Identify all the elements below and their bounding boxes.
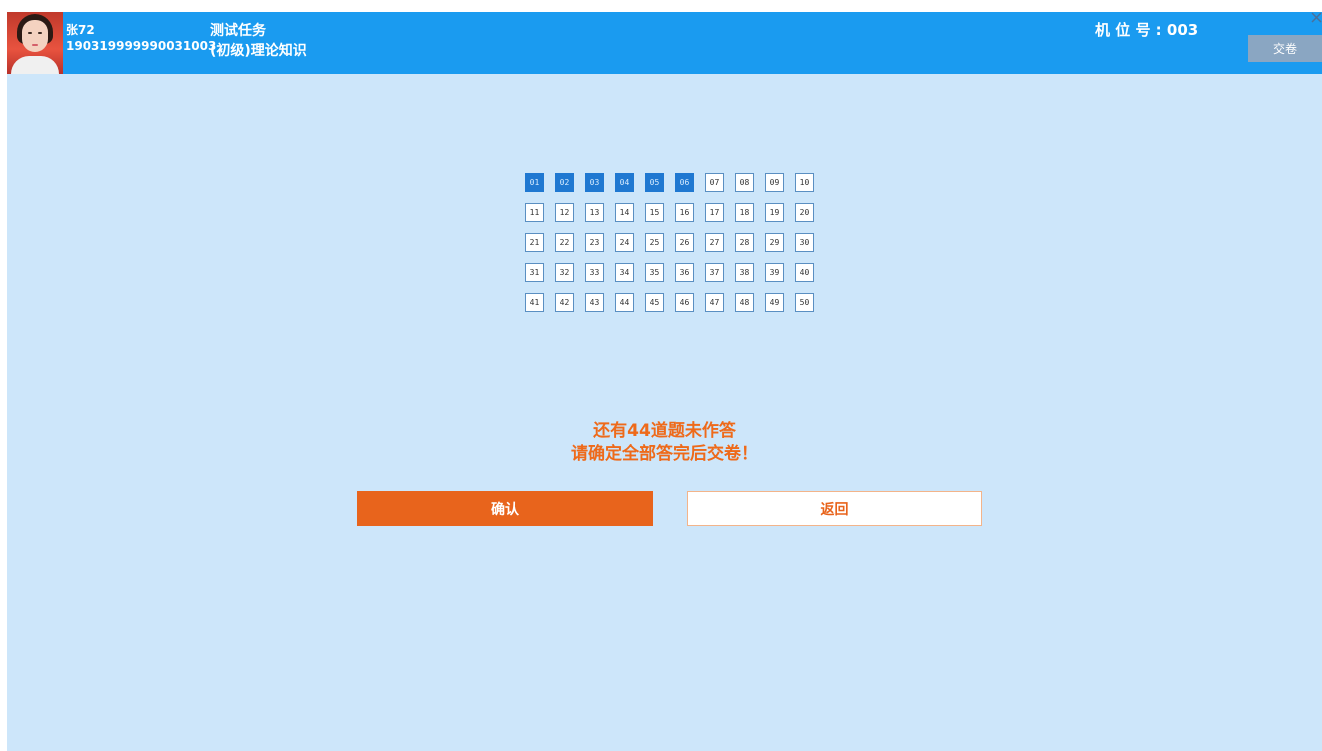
question-box[interactable]: 07 (705, 173, 724, 192)
question-box[interactable]: 27 (705, 233, 724, 252)
question-box[interactable]: 50 (795, 293, 814, 312)
question-box[interactable]: 49 (765, 293, 784, 312)
question-grid: 01 02 03 04 05 06 07 08 09 10 11 12 13 14 15 16 17 18 19 20… (525, 173, 817, 312)
unanswered-warning: 还有44道题未作答 请确定全部答完后交卷！ (7, 420, 1322, 466)
question-box[interactable]: 15 (645, 203, 664, 222)
question-box[interactable]: 23 (585, 233, 604, 252)
question-box[interactable]: 14 (615, 203, 634, 222)
user-name: 张72 (66, 23, 95, 37)
question-box[interactable]: 37 (705, 263, 724, 282)
question-box[interactable]: 47 (705, 293, 724, 312)
question-box[interactable]: 12 (555, 203, 574, 222)
question-box[interactable]: 18 (735, 203, 754, 222)
seat-number: 机 位 号 : 003 (1095, 21, 1199, 39)
question-box[interactable]: 28 (735, 233, 754, 252)
question-box[interactable]: 08 (735, 173, 754, 192)
question-box[interactable]: 03 (585, 173, 604, 192)
question-box[interactable]: 22 (555, 233, 574, 252)
question-box[interactable]: 04 (615, 173, 634, 192)
unanswered-count-text: 还有44道题未作答 (593, 421, 736, 441)
exam-window: 张72 190319999990031003 测试任务 (初级)理论知识 机 位… (7, 12, 1322, 751)
question-box[interactable]: 10 (795, 173, 814, 192)
question-box[interactable]: 48 (735, 293, 754, 312)
avatar-shoulders (11, 56, 59, 74)
question-box[interactable]: 43 (585, 293, 604, 312)
question-box[interactable]: 26 (675, 233, 694, 252)
task-title: 测试任务 (210, 23, 266, 39)
question-box[interactable]: 19 (765, 203, 784, 222)
question-box[interactable]: 36 (675, 263, 694, 282)
avatar-face (22, 20, 48, 52)
question-box[interactable]: 13 (585, 203, 604, 222)
avatar-eye-left (28, 32, 32, 34)
question-box[interactable]: 16 (675, 203, 694, 222)
question-box[interactable]: 02 (555, 173, 574, 192)
confirm-hint-text: 请确定全部答完后交卷！ (571, 444, 758, 464)
question-box[interactable]: 24 (615, 233, 634, 252)
question-box[interactable]: 17 (705, 203, 724, 222)
question-box[interactable]: 42 (555, 293, 574, 312)
question-box[interactable]: 39 (765, 263, 784, 282)
question-box[interactable]: 09 (765, 173, 784, 192)
question-box[interactable]: 06 (675, 173, 694, 192)
question-box[interactable]: 01 (525, 173, 544, 192)
question-box[interactable]: 34 (615, 263, 634, 282)
submit-exam-button[interactable]: 交卷 (1248, 35, 1322, 62)
question-box[interactable]: 44 (615, 293, 634, 312)
close-corner-icon[interactable] (1311, 12, 1322, 23)
question-box[interactable]: 45 (645, 293, 664, 312)
user-id: 190319999990031003 (66, 39, 217, 53)
question-box[interactable]: 21 (525, 233, 544, 252)
question-box[interactable]: 05 (645, 173, 664, 192)
question-box[interactable]: 38 (735, 263, 754, 282)
header-bar: 张72 190319999990031003 测试任务 (初级)理论知识 机 位… (7, 12, 1322, 74)
question-box[interactable]: 46 (675, 293, 694, 312)
back-button[interactable]: 返回 (687, 491, 982, 526)
question-box[interactable]: 32 (555, 263, 574, 282)
question-box[interactable]: 29 (765, 233, 784, 252)
avatar (7, 12, 63, 74)
question-box[interactable]: 40 (795, 263, 814, 282)
question-box[interactable]: 11 (525, 203, 544, 222)
question-box[interactable]: 41 (525, 293, 544, 312)
avatar-mouth (32, 44, 38, 46)
confirm-button[interactable]: 确认 (357, 491, 653, 526)
avatar-eye-right (38, 32, 42, 34)
question-box[interactable]: 33 (585, 263, 604, 282)
task-subtitle: (初级)理论知识 (210, 43, 307, 59)
question-box[interactable]: 25 (645, 233, 664, 252)
question-box[interactable]: 35 (645, 263, 664, 282)
question-box[interactable]: 31 (525, 263, 544, 282)
question-box[interactable]: 30 (795, 233, 814, 252)
question-box[interactable]: 20 (795, 203, 814, 222)
